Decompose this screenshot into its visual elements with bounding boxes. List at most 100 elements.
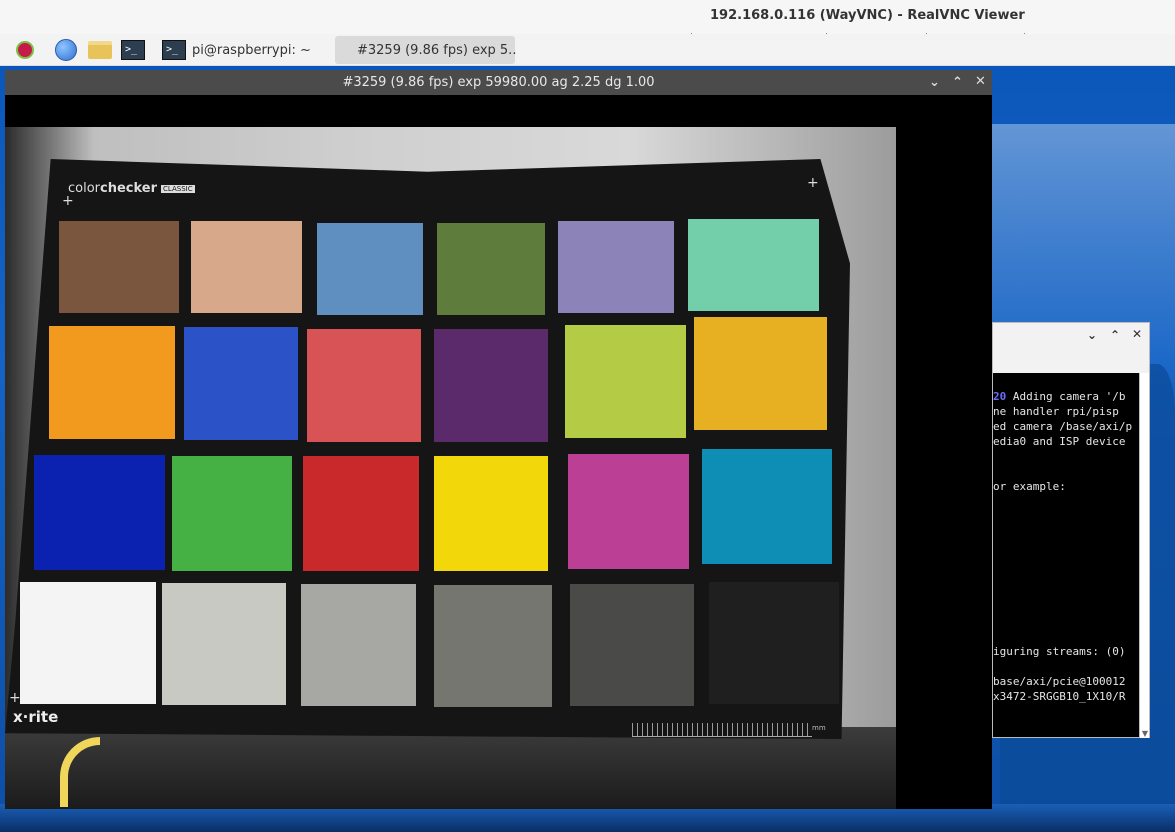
file-manager-icon[interactable] [87, 38, 113, 62]
color-patch [162, 583, 286, 705]
terminal-line-text: Adding camera '/b [1006, 390, 1126, 403]
terminal-line-timestamp: 20 [993, 390, 1007, 403]
terminal-line: ne handler rpi/pisp [993, 404, 1137, 419]
crosshair-mark: + [807, 175, 819, 191]
terminal-titlebar[interactable]: ⌄ ⌃ ✕ [993, 323, 1149, 373]
terminal-line-text [993, 585, 1000, 598]
terminal-line [993, 509, 1137, 524]
taskbar-item-terminal-label: pi@raspberrypi: ~ [192, 42, 311, 58]
terminal-line: base/axi/pcie@100012 [993, 674, 1137, 689]
color-patch [570, 584, 694, 706]
maximize-button[interactable]: ⌃ [1110, 328, 1120, 342]
color-patch [434, 585, 552, 707]
terminal-line-text [993, 450, 1000, 463]
terminal-line-text: base/axi/pcie@100012 [993, 675, 1126, 688]
color-patch [172, 456, 292, 571]
table-surface [5, 727, 896, 809]
scale-ruler [632, 723, 812, 737]
color-patch [34, 455, 165, 570]
terminal-line-text: iguring streams: (0) [993, 645, 1126, 658]
camera-preview-image: colorchecker CLASSIC + + + x·rite mm [5, 127, 896, 809]
terminal-line [993, 659, 1137, 674]
terminal-line [993, 449, 1137, 464]
camera-preview-title: #3259 (9.86 fps) exp 59980.00 ag 2.25 dg… [342, 75, 655, 90]
xrite-logo: x·rite [13, 708, 59, 726]
terminal-line: edia0 and ISP device [993, 434, 1137, 449]
terminal-line: iguring streams: (0) [993, 644, 1137, 659]
terminal-line-text [993, 600, 1000, 613]
maximize-button[interactable]: ⌃ [952, 75, 963, 90]
terminal-line [993, 524, 1137, 539]
color-patch [303, 456, 419, 571]
terminal-line-text [993, 630, 1000, 643]
vnc-viewer-title: 192.168.0.116 (WayVNC) - RealVNC Viewer [710, 8, 1025, 23]
color-patch [184, 327, 298, 440]
taskbar: >_ >_ pi@raspberrypi: ~ #3259 (9.86 fps)… [0, 34, 1175, 66]
color-patch [558, 221, 674, 313]
color-patch [49, 326, 175, 439]
terminal-line [993, 569, 1137, 584]
crosshair-mark: + [9, 690, 21, 706]
color-patch [307, 329, 421, 442]
terminal-line [993, 614, 1137, 629]
terminal-line-text: ne handler rpi/pisp [993, 405, 1119, 418]
terminal-line-text [993, 510, 1000, 523]
terminal-line-text [993, 570, 1000, 583]
terminal-line: 20 Adding camera '/b [993, 389, 1137, 404]
color-patch [694, 317, 827, 430]
scroll-down-icon[interactable]: ▼ [1142, 729, 1148, 738]
camera-preview-titlebar[interactable]: #3259 (9.86 fps) exp 59980.00 ag 2.25 dg… [5, 70, 992, 95]
terminal-line: x3472-SRGGB10_1X10/R [993, 689, 1137, 704]
terminal-line-text: x3472-SRGGB10_1X10/R [993, 690, 1126, 703]
terminal-output[interactable]: 20 Adding camera '/b ne handler rpi/pisp e… [993, 389, 1137, 704]
terminal-line-text: ed camera /base/axi/p [993, 420, 1133, 433]
terminal-line-text [993, 540, 1000, 553]
color-patch [437, 223, 545, 315]
color-patch [191, 221, 302, 313]
terminal-line-text: or example: [993, 480, 1066, 493]
terminal-line-text [993, 495, 1000, 508]
color-patch [20, 582, 156, 704]
terminal-line [993, 584, 1137, 599]
colorchecker-logo: colorchecker CLASSIC [68, 181, 195, 196]
color-patch [702, 449, 832, 564]
color-patch [688, 219, 819, 311]
terminal-line-text [993, 465, 1000, 478]
terminal-line-text [993, 525, 1000, 538]
terminal-line-text [993, 660, 1000, 673]
terminal-line: or example: [993, 479, 1137, 494]
terminal-scrollbar[interactable]: ▼ [1139, 373, 1149, 738]
raspberry-pi-menu-icon[interactable] [12, 38, 38, 62]
terminal-window[interactable]: ⌄ ⌃ ✕ 20 Adding camera '/b ne handler rpi… [992, 322, 1150, 738]
camera-preview-window[interactable]: #3259 (9.86 fps) exp 59980.00 ag 2.25 dg… [5, 70, 992, 809]
color-patch [317, 223, 423, 315]
terminal-line [993, 494, 1137, 509]
color-patch [301, 584, 416, 706]
color-patch [565, 325, 686, 438]
terminal-icon: >_ [162, 40, 186, 60]
color-patch [434, 329, 548, 442]
close-button[interactable]: ✕ [975, 74, 986, 89]
ruler-unit-label: mm [812, 724, 826, 732]
minimize-button[interactable]: ⌄ [929, 75, 940, 90]
color-patch [568, 454, 689, 569]
terminal-line-text [993, 555, 1000, 568]
terminal-line-text: edia0 and ISP device [993, 435, 1126, 448]
terminal-line: ed camera /base/axi/p [993, 419, 1137, 434]
color-patch [434, 456, 548, 571]
terminal-line-text [993, 615, 1000, 628]
taskbar-item-terminal[interactable]: >_ pi@raspberrypi: ~ [162, 36, 332, 64]
terminal-line [993, 599, 1137, 614]
terminal-line [993, 554, 1137, 569]
taskbar-item-camera-label: #3259 (9.86 fps) exp 5.. [357, 42, 517, 58]
terminal-line [993, 464, 1137, 479]
close-button[interactable]: ✕ [1132, 327, 1142, 341]
crosshair-mark: + [62, 193, 74, 209]
minimize-button[interactable]: ⌄ [1087, 328, 1097, 342]
web-browser-icon[interactable] [53, 38, 79, 62]
terminal-line [993, 629, 1137, 644]
color-patch [59, 221, 179, 313]
taskbar-item-camera-preview[interactable]: #3259 (9.86 fps) exp 5.. [335, 36, 517, 64]
terminal-icon[interactable]: >_ [120, 38, 146, 62]
vnc-viewer-titlebar[interactable]: 192.168.0.116 (WayVNC) - RealVNC Viewer [0, 0, 1175, 37]
